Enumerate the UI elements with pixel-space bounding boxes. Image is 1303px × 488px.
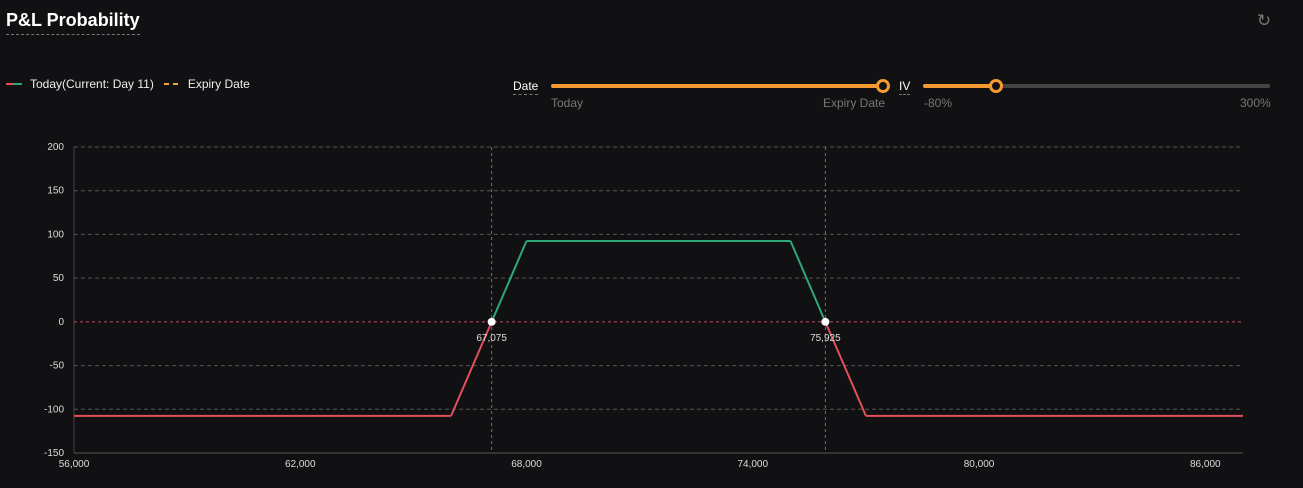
y-tick-label: 50 xyxy=(53,273,65,284)
x-tick-label: 74,000 xyxy=(737,459,768,470)
y-tick-label: -50 xyxy=(50,361,65,372)
y-tick-label: 0 xyxy=(58,317,64,328)
x-tick-label: 56,000 xyxy=(59,459,90,470)
breakeven-point xyxy=(821,317,830,326)
y-tick-label: 150 xyxy=(47,186,64,197)
breakeven-point xyxy=(487,317,496,326)
breakeven-label: 67,075 xyxy=(476,333,507,344)
x-tick-label: 86,000 xyxy=(1190,459,1221,470)
y-tick-label: -100 xyxy=(44,404,64,415)
pnl-chart: 200 150 100 50 0 -50 -100 -15056,000 62,000 68,00… xyxy=(44,142,1243,470)
breakeven-label: 75,925 xyxy=(810,333,841,344)
x-tick-label: 68,000 xyxy=(511,459,542,470)
y-tick-label: 200 xyxy=(47,142,64,153)
x-tick-label: 62,000 xyxy=(285,459,316,470)
y-tick-label: -150 xyxy=(44,448,64,459)
pnl-line-segment xyxy=(490,240,528,323)
pnl-line-segment xyxy=(789,240,827,323)
y-tick-label: 100 xyxy=(47,229,64,240)
x-tick-label: 80,000 xyxy=(964,459,995,470)
